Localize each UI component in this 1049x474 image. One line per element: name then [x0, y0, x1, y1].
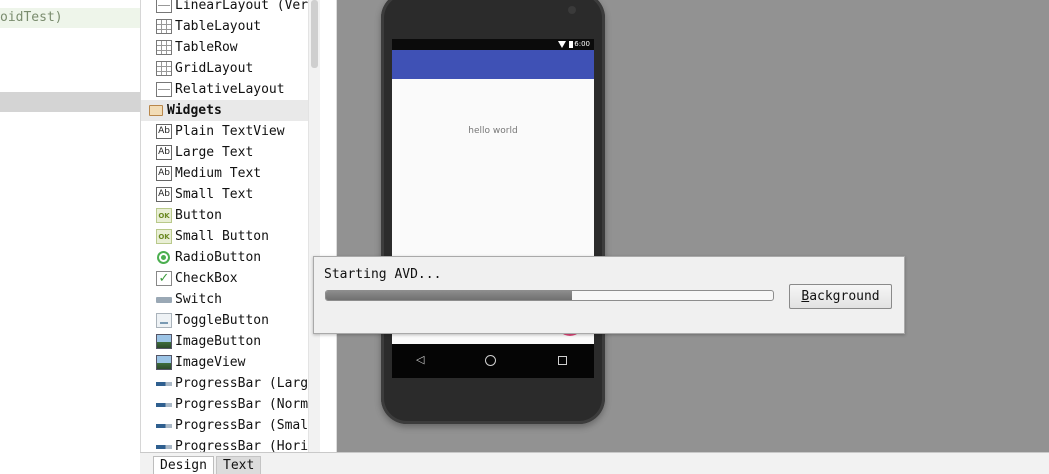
- palette-item-label: CheckBox: [175, 271, 238, 286]
- device-frame: 6:00 hello world ◁: [381, 0, 605, 424]
- tree-selected-row[interactable]: [0, 92, 140, 112]
- palette-item-label: ProgressBar (Hori: [175, 439, 308, 452]
- palette-item[interactable]: GridLayout: [141, 58, 308, 79]
- battery-icon: [569, 41, 573, 48]
- avd-progress-fill: [326, 291, 572, 300]
- progressbar-icon: [156, 402, 172, 407]
- progressbar-icon: [156, 444, 172, 449]
- background-button-mnemonic: B: [801, 289, 810, 304]
- camera-icon: [568, 6, 576, 14]
- button-icon: OK: [156, 229, 172, 244]
- editor-tabs: Design Text: [140, 452, 1049, 474]
- design-canvas[interactable]: 6:00 hello world ◁: [337, 0, 1049, 452]
- textview-icon: Ab: [156, 145, 172, 160]
- palette-item-label: ProgressBar (Norm: [175, 397, 308, 412]
- palette-item[interactable]: TableLayout: [141, 16, 308, 37]
- toggle-icon: [156, 313, 172, 328]
- image-icon: [156, 334, 172, 349]
- wifi-icon: [558, 41, 566, 48]
- layout-icon: [156, 0, 172, 13]
- tab-design[interactable]: Design: [153, 456, 214, 474]
- palette-item[interactable]: ✓ CheckBox: [141, 268, 308, 289]
- palette-gutter: [320, 0, 337, 452]
- background-button-label: ackground: [809, 289, 880, 304]
- progressbar-icon: [156, 381, 172, 386]
- palette-item-label: Plain TextView: [175, 124, 285, 139]
- palette-item-label: ProgressBar (Larg: [175, 376, 308, 391]
- palette-item[interactable]: TableRow: [141, 37, 308, 58]
- grid-icon: [156, 61, 172, 76]
- back-icon: ◁: [416, 353, 425, 366]
- palette-scrollbar-thumb[interactable]: [311, 0, 318, 68]
- palette-item[interactable]: Switch: [141, 289, 308, 310]
- palette-item-label: TableRow: [175, 40, 238, 55]
- palette-item-label: Widgets: [167, 103, 222, 118]
- navigation-bar: ◁: [392, 344, 594, 378]
- switch-icon: [156, 296, 172, 303]
- palette-scrollbar[interactable]: [308, 0, 320, 452]
- palette-panel: LinearLayout (Ver TableLayout TableRow Grid…: [140, 0, 308, 452]
- progressbar-icon: [156, 423, 172, 428]
- palette-item-label: ToggleButton: [175, 313, 269, 328]
- layout-icon: [156, 82, 172, 97]
- palette-item-label: RelativeLayout: [175, 82, 285, 97]
- palette-item[interactable]: ToggleButton: [141, 310, 308, 331]
- hello-world-text[interactable]: hello world: [392, 126, 594, 136]
- palette-item-label: Large Text: [175, 145, 254, 160]
- status-time: 6:00: [574, 40, 590, 48]
- textview-icon: Ab: [156, 124, 172, 139]
- palette-item-label: LinearLayout (Ver: [175, 0, 308, 13]
- palette-item-label: RadioButton: [175, 250, 262, 265]
- avd-progress-bar: [325, 290, 774, 301]
- tab-text[interactable]: Text: [216, 456, 262, 474]
- palette-item[interactable]: ProgressBar (Larg: [141, 373, 308, 394]
- folder-icon: [149, 105, 163, 116]
- palette-item-label: ImageView: [175, 355, 246, 370]
- background-button[interactable]: Background: [789, 284, 892, 309]
- recents-icon: [558, 356, 567, 365]
- tree-item-androidtest[interactable]: oidTest): [0, 8, 140, 28]
- palette-item[interactable]: ImageButton: [141, 331, 308, 352]
- grid-icon: [156, 40, 172, 55]
- palette-item-label: Switch: [175, 292, 222, 307]
- starting-avd-dialog: Starting AVD... Background: [313, 256, 905, 334]
- palette-item[interactable]: ProgressBar (Smal: [141, 415, 308, 436]
- palette-item[interactable]: ProgressBar (Norm: [141, 394, 308, 415]
- palette-item[interactable]: RadioButton: [141, 247, 308, 268]
- textview-icon: Ab: [156, 187, 172, 202]
- left-pane-footer: [0, 452, 140, 474]
- project-tree-pane: oidTest): [0, 0, 140, 474]
- palette-item[interactable]: Ab Plain TextView: [141, 121, 308, 142]
- app-bar: [392, 50, 594, 79]
- palette-item-label: Medium Text: [175, 166, 262, 181]
- grid-icon: [156, 19, 172, 34]
- palette-item-label: ImageButton: [175, 334, 262, 349]
- image-icon: [156, 355, 172, 370]
- palette-item-label: Button: [175, 208, 222, 223]
- status-bar: 6:00: [392, 39, 594, 50]
- palette-item[interactable]: OK Small Button: [141, 226, 308, 247]
- radio-icon: [157, 251, 170, 264]
- palette-item[interactable]: ImageView: [141, 352, 308, 373]
- palette-item[interactable]: Ab Medium Text: [141, 163, 308, 184]
- home-icon: [485, 355, 496, 366]
- dialog-message: Starting AVD...: [324, 267, 442, 282]
- checkbox-icon: ✓: [156, 271, 172, 286]
- palette-item[interactable]: RelativeLayout: [141, 79, 308, 100]
- textview-icon: Ab: [156, 166, 172, 181]
- palette-item-label: ProgressBar (Smal: [175, 418, 308, 433]
- palette-item[interactable]: OK Button: [141, 205, 308, 226]
- palette-item-label: GridLayout: [175, 61, 254, 76]
- palette-item[interactable]: ProgressBar (Hori: [141, 436, 308, 452]
- palette-item-label: Small Text: [175, 187, 254, 202]
- palette-group-widgets[interactable]: Widgets: [141, 100, 308, 121]
- palette-item-label: TableLayout: [175, 19, 262, 34]
- palette-item[interactable]: LinearLayout (Ver: [141, 0, 308, 16]
- button-icon: OK: [156, 208, 172, 223]
- palette-item[interactable]: Ab Large Text: [141, 142, 308, 163]
- palette-item[interactable]: Ab Small Text: [141, 184, 308, 205]
- palette-item-label: Small Button: [175, 229, 269, 244]
